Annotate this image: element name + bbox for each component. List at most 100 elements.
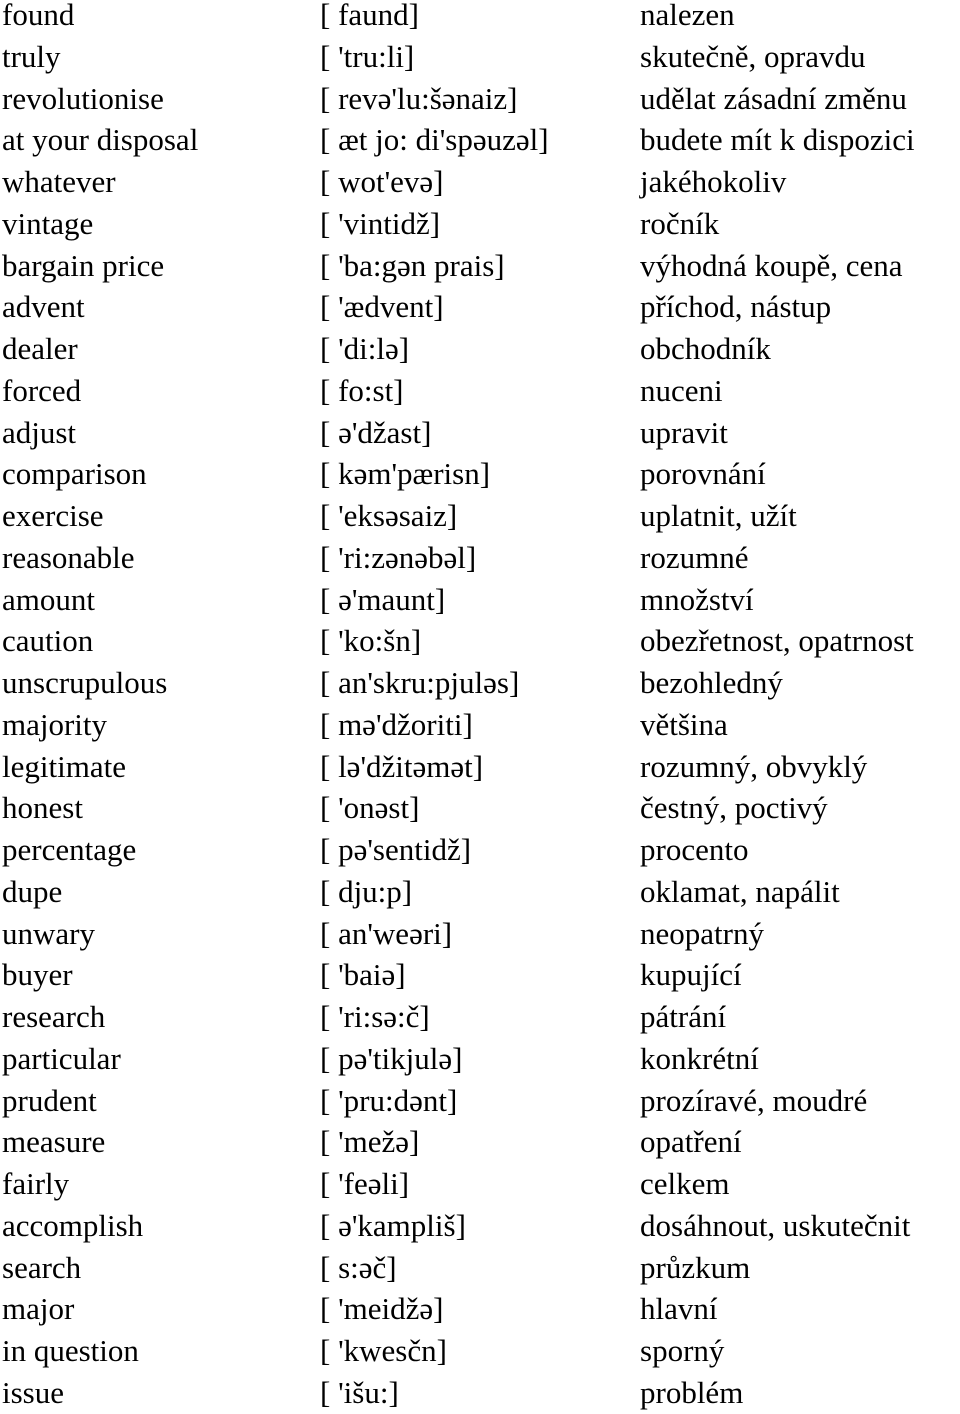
vocabulary-row: found [ faund] nalezen — [0, 0, 960, 36]
pronunciation: [ æt jo: di'spəuzəl] — [320, 122, 549, 158]
vocabulary-row: search [ s:əč] průzkum — [0, 1247, 960, 1289]
english-word: accomplish — [2, 1207, 144, 1243]
pronunciation: [ s:əč] — [320, 1249, 397, 1285]
english-word: buyer — [2, 957, 73, 993]
vocabulary-row: comparison [ kəm'pærisn] porovnání — [0, 453, 960, 495]
english-word: at your disposal — [2, 122, 199, 158]
vocabulary-row: accomplish [ ə'kampliš] dosáhnout, uskuteč… — [0, 1205, 960, 1247]
vocabulary-row: caution [ 'ko:šn] obezřetnost, opatrnost — [0, 620, 960, 662]
english-word: dealer — [2, 331, 78, 366]
pronunciation: [ pə'tikjulə] — [320, 1040, 463, 1076]
vocabulary-row: exercise [ 'eksəsaiz] uplatnit, užít — [0, 495, 960, 537]
vocabulary-row: whatever [ wot'evə] jakéhokoliv — [0, 161, 960, 203]
czech-translation: průzkum — [640, 1249, 751, 1285]
vocabulary-row: bargain price [ 'ba:gən prais] výhodná kou… — [0, 245, 960, 287]
vocabulary-row: unwary [ an'weəri] neopatrný — [0, 913, 960, 955]
english-word: particular — [2, 1040, 121, 1076]
english-word: unwary — [2, 915, 95, 951]
vocabulary-row: amount [ ə'maunt] množství — [0, 579, 960, 621]
english-word: advent — [2, 289, 85, 325]
pronunciation: [ mə'džoriti] — [320, 706, 473, 742]
czech-translation: budete mít k dispozici — [640, 122, 915, 158]
vocabulary-row: dupe [ dju:p] oklamat, napálit — [0, 871, 960, 913]
english-word: vintage — [2, 205, 94, 241]
pronunciation: [ wot'evə] — [320, 164, 444, 199]
english-word: adjust — [2, 414, 77, 450]
vocabulary-row: reasonable [ 'ri:zənəbəl] rozumné — [0, 537, 960, 579]
english-word: honest — [2, 790, 83, 826]
pronunciation: [ an'weəri] — [320, 915, 453, 951]
czech-translation: bezohledný — [640, 665, 783, 700]
english-word: legitimate — [2, 748, 126, 784]
pronunciation: [ faund] — [320, 0, 419, 32]
pronunciation: [ lə'džitəmət] — [320, 748, 484, 784]
vocabulary-row: at your disposal [ æt jo: di'spəuzəl] bude… — [0, 119, 960, 161]
pronunciation: [ 'meidžə] — [320, 1291, 444, 1327]
vocabulary-row: major [ 'meidžə] hlavní — [0, 1288, 960, 1330]
pronunciation: [ 'išu:] — [320, 1374, 399, 1410]
pronunciation: [ 'di:lə] — [320, 331, 410, 366]
english-word: search — [2, 1249, 82, 1285]
czech-translation: prozíravé, moudré — [640, 1082, 868, 1118]
vocabulary-row: fairly [ 'feəli] celkem — [0, 1163, 960, 1205]
vocabulary-row: adjust [ ə'džast] upravit — [0, 412, 960, 454]
pronunciation: [ 'eksəsaiz] — [320, 498, 458, 533]
vocabulary-row: revolutionise [ revə'lu:šənaiz] udělat zás… — [0, 78, 960, 120]
vocabulary-row: research [ 'ri:sə:č] pátrání — [0, 996, 960, 1038]
english-word: revolutionise — [2, 80, 164, 116]
pronunciation: [ 'vintidž] — [320, 205, 441, 241]
pronunciation: [ 'kwesčn] — [320, 1333, 447, 1368]
vocabulary-row: issue [ 'išu:] problém — [0, 1372, 960, 1414]
pronunciation: [ pə'sentidž] — [320, 832, 472, 867]
pronunciation: [ 'tru:li] — [320, 38, 415, 74]
czech-translation: hlavní — [640, 1291, 718, 1327]
english-word: whatever — [2, 164, 116, 199]
vocabulary-row: honest [ 'onəst] čestný, poctivý — [0, 787, 960, 829]
vocabulary-row: advent [ 'ædvent] příchod, nástup — [0, 286, 960, 328]
pronunciation: [ an'skru:pjuləs] — [320, 665, 520, 700]
czech-translation: příchod, nástup — [640, 289, 832, 325]
english-word: research — [2, 999, 106, 1034]
vocabulary-row: legitimate [ lə'džitəmət] rozumný, obvyklý — [0, 746, 960, 788]
english-word: fairly — [2, 1166, 70, 1201]
czech-translation: uplatnit, užít — [640, 498, 797, 533]
czech-translation: obchodník — [640, 331, 771, 366]
english-word: major — [2, 1291, 75, 1327]
pronunciation: [ 'pru:dənt] — [320, 1082, 458, 1118]
english-word: truly — [2, 38, 61, 74]
czech-translation: procento — [640, 832, 749, 867]
czech-translation: rozumný, obvyklý — [640, 748, 868, 784]
czech-translation: dosáhnout, uskutečnit — [640, 1207, 911, 1243]
pronunciation: [ 'baiə] — [320, 957, 406, 993]
czech-translation: neopatrný — [640, 915, 764, 951]
pronunciation: [ ə'maunt] — [320, 581, 446, 617]
czech-translation: udělat zásadní změnu — [640, 80, 907, 116]
czech-translation: rozumné — [640, 539, 749, 575]
english-word: caution — [2, 623, 94, 659]
czech-translation: čestný, poctivý — [640, 790, 828, 826]
vocabulary-row: vintage [ 'vintidž] ročník — [0, 203, 960, 245]
vocabulary-row: measure [ 'mežə] opatření — [0, 1121, 960, 1163]
english-word: prudent — [2, 1082, 97, 1118]
czech-translation: nalezen — [640, 0, 735, 32]
pronunciation: [ 'onəst] — [320, 790, 420, 826]
english-word: measure — [2, 1124, 106, 1160]
pronunciation: [ 'ri:zənəbəl] — [320, 539, 477, 575]
english-word: found — [2, 0, 75, 32]
vocabulary-row: unscrupulous [ an'skru:pjuləs] bezohledný — [0, 662, 960, 704]
czech-translation: výhodná koupě, cena — [640, 247, 903, 283]
english-word: unscrupulous — [2, 665, 168, 700]
czech-translation: celkem — [640, 1166, 730, 1201]
english-word: percentage — [2, 832, 137, 867]
vocabulary-row: in question [ 'kwesčn] sporný — [0, 1330, 960, 1372]
czech-translation: obezřetnost, opatrnost — [640, 623, 914, 659]
pronunciation: [ kəm'pærisn] — [320, 456, 491, 492]
pronunciation: [ 'mežə] — [320, 1124, 420, 1160]
pronunciation: [ ə'džast] — [320, 414, 432, 450]
vocabulary-row: percentage [ pə'sentidž] procento — [0, 829, 960, 871]
english-word: amount — [2, 581, 95, 617]
czech-translation: pátrání — [640, 999, 727, 1034]
czech-translation: problém — [640, 1374, 744, 1410]
english-word: in question — [2, 1333, 139, 1368]
czech-translation: oklamat, napálit — [640, 873, 840, 909]
